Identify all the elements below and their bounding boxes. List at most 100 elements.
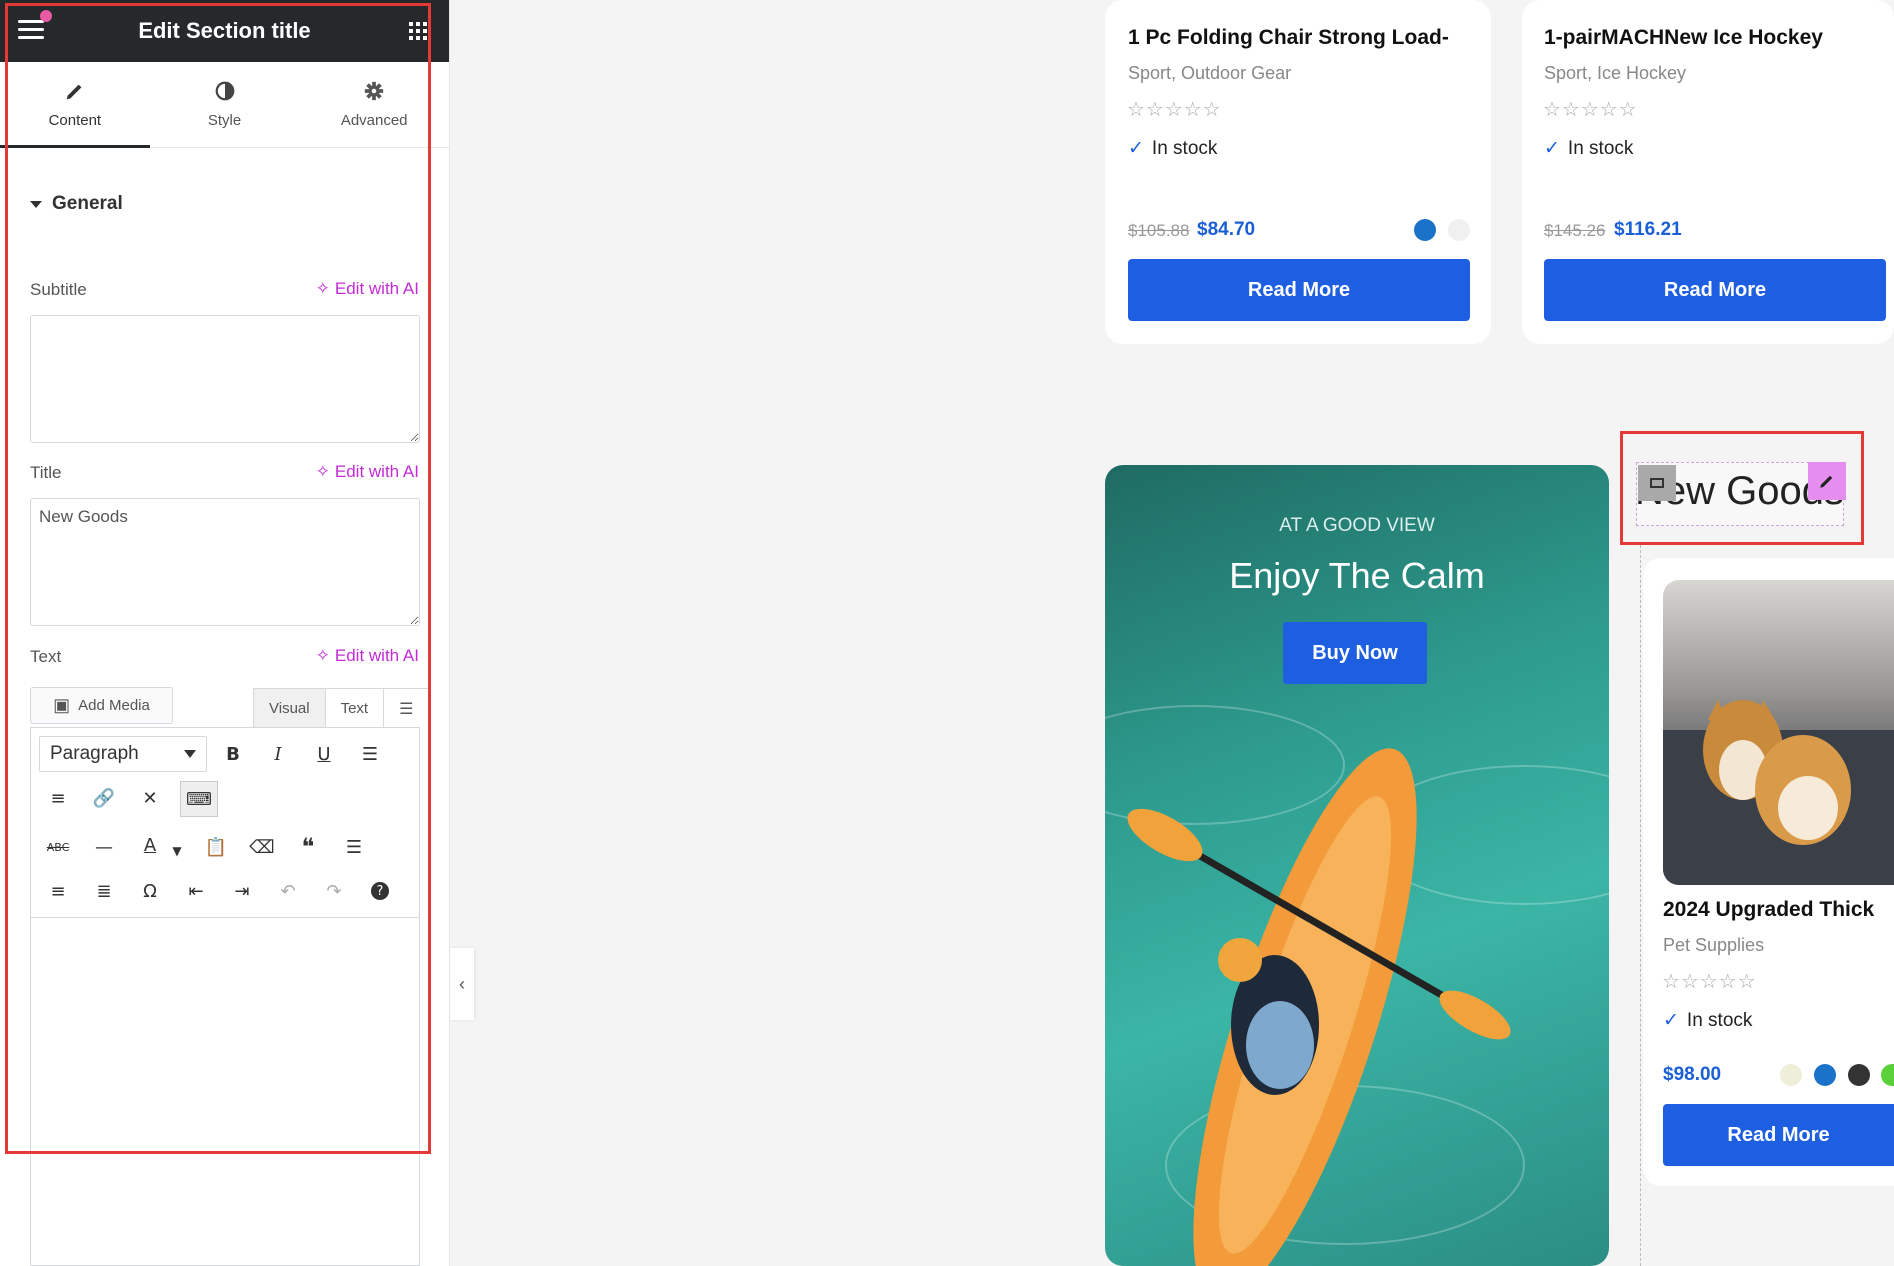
rating-stars: ☆☆☆☆☆ (1543, 97, 1638, 121)
media-icon: ▣ (53, 695, 71, 715)
notification-dot (40, 10, 52, 22)
add-media-button[interactable]: ▣ Add Media (30, 687, 173, 724)
color-swatch[interactable] (1848, 1064, 1870, 1086)
hamburger-menu-icon[interactable] (18, 20, 44, 42)
undo-icon[interactable]: ↶ (273, 876, 303, 906)
text-color-icon[interactable]: A (135, 830, 165, 860)
edit-with-ai-subtitle[interactable]: ✧ Edit with AI (316, 279, 419, 299)
banner-title: Enjoy The Calm (1229, 555, 1485, 596)
check-icon: ✓ (1128, 138, 1144, 159)
widgets-grid-icon[interactable] (409, 22, 427, 40)
bullet-list-icon[interactable]: ☰ (355, 739, 385, 769)
sale-price: $98.00 (1663, 1064, 1722, 1085)
read-more-button[interactable]: Read More (1544, 259, 1886, 321)
tab-text[interactable]: Text (326, 689, 385, 728)
format-select[interactable]: Paragraph (39, 736, 207, 772)
clear-format-icon[interactable]: ⌫ (247, 832, 277, 862)
tab-style[interactable]: Style (150, 62, 300, 147)
rich-text-editor: Paragraph B I U ☰ ≡ 🔗 ✕ ⌨ ABC — A ▼ 📋 ⌫ … (30, 727, 420, 1266)
help-icon[interactable]: ? (365, 876, 395, 906)
link-icon[interactable]: 🔗 (89, 783, 119, 813)
pencil-icon (66, 84, 82, 100)
banner-eyebrow: AT A GOOD VIEW (1279, 515, 1435, 536)
widget-handle-icon[interactable] (1638, 465, 1676, 501)
color-swatch[interactable] (1448, 219, 1470, 241)
text-color-dropdown-icon[interactable]: ▼ (162, 836, 192, 866)
tab-advanced[interactable]: Advanced (299, 62, 449, 147)
column-divider (1640, 545, 1641, 1266)
collapse-panel-button[interactable]: ‹ (450, 948, 474, 1020)
editor-panel: Edit Section title Content Style Advance… (0, 0, 450, 1266)
section-general-toggle[interactable]: General (30, 193, 123, 215)
color-swatch[interactable] (1881, 1064, 1894, 1086)
buy-now-button[interactable]: Buy Now (1283, 622, 1427, 684)
blockquote-icon[interactable]: ❝ (293, 832, 323, 862)
keyboard-icon[interactable]: ⌨ (180, 781, 218, 817)
product-title[interactable]: 2024 Upgraded Thick (1663, 898, 1894, 922)
dynamic-tags-icon[interactable]: ☰ (384, 689, 428, 728)
color-swatch[interactable] (1780, 1064, 1802, 1086)
edit-with-ai-text[interactable]: ✧ Edit with AI (316, 646, 419, 666)
stock-status: ✓ In stock (1128, 137, 1217, 160)
stock-label: In stock (1151, 137, 1218, 159)
product-card: 2024 Upgraded Thick Pet Supplies ☆☆☆☆☆ ✓… (1643, 558, 1894, 1186)
caret-down-icon (30, 200, 42, 208)
stock-status: ✓ In stock (1663, 1009, 1752, 1032)
tab-content[interactable]: Content (0, 62, 150, 148)
caret-down-icon (184, 750, 196, 758)
promo-banner: AT A GOOD VIEW Enjoy The Calm Buy Now (1105, 465, 1609, 1266)
format-select-value: Paragraph (50, 743, 139, 764)
edit-with-ai-title[interactable]: ✧ Edit with AI (316, 462, 419, 482)
sparkle-icon: ✧ (315, 646, 330, 665)
horizontal-line-icon[interactable]: — (89, 832, 119, 862)
align-right-icon[interactable]: ≣ (89, 876, 119, 906)
outdent-icon[interactable]: ⇤ (181, 876, 211, 906)
section-general-label: General (52, 193, 123, 214)
align-center-icon[interactable]: ≡ (43, 876, 73, 906)
product-card: 1-pairMACHNew Ice Hockey Sport, Ice Hock… (1522, 0, 1894, 344)
read-more-button[interactable]: Read More (1663, 1104, 1894, 1166)
product-category[interactable]: Sport, Outdoor Gear (1128, 63, 1291, 84)
check-icon: ✓ (1544, 138, 1560, 159)
editor-body[interactable] (31, 918, 419, 1258)
paste-text-icon[interactable]: 📋 (201, 832, 231, 862)
product-category[interactable]: Sport, Ice Hockey (1544, 63, 1686, 84)
product-image[interactable] (1663, 580, 1894, 885)
redo-icon[interactable]: ↷ (319, 876, 349, 906)
indent-icon[interactable]: ⇥ (227, 876, 257, 906)
edit-with-ai-label: Edit with AI (334, 646, 419, 665)
special-character-icon[interactable]: Ω (135, 876, 165, 906)
subtitle-textarea[interactable] (30, 315, 420, 443)
panel-title: Edit Section title (138, 18, 311, 43)
text-label: Text (30, 647, 62, 666)
color-swatch[interactable] (1414, 219, 1436, 241)
subtitle-label: Subtitle (30, 280, 87, 299)
strikethrough-icon[interactable]: ABC (43, 832, 73, 862)
contrast-icon (215, 81, 234, 101)
product-category[interactable]: Pet Supplies (1663, 935, 1764, 956)
dogs-illustration (1663, 700, 1894, 885)
read-more-button[interactable]: Read More (1128, 259, 1470, 321)
rating-stars: ☆☆☆☆☆ (1662, 969, 1757, 993)
product-card: 1 Pc Folding Chair Strong Load- Sport, O… (1105, 0, 1491, 344)
edit-with-ai-label: Edit with AI (334, 279, 419, 298)
title-label: Title (30, 463, 62, 482)
product-title[interactable]: 1 Pc Folding Chair Strong Load- (1128, 26, 1478, 50)
underline-icon[interactable]: U (309, 739, 339, 769)
color-swatch[interactable] (1814, 1064, 1836, 1086)
stock-status: ✓ In stock (1544, 137, 1633, 160)
product-title[interactable]: 1-pairMACHNew Ice Hockey (1544, 26, 1894, 50)
align-left-icon[interactable]: ☰ (339, 832, 369, 862)
numbered-list-icon[interactable]: ≡ (43, 783, 73, 813)
fullscreen-icon[interactable]: ✕ (135, 783, 165, 813)
check-icon: ✓ (1663, 1010, 1679, 1031)
sparkle-icon: ✧ (315, 279, 330, 298)
edit-widget-pencil-icon[interactable] (1808, 462, 1846, 500)
title-textarea[interactable]: New Goods (30, 498, 420, 626)
add-media-label: Add Media (78, 697, 150, 714)
bold-icon[interactable]: B (218, 739, 248, 769)
tab-visual[interactable]: Visual (254, 689, 326, 728)
tab-style-label: Style (207, 112, 242, 129)
panel-header: Edit Section title (0, 0, 449, 62)
italic-icon[interactable]: I (263, 739, 293, 769)
